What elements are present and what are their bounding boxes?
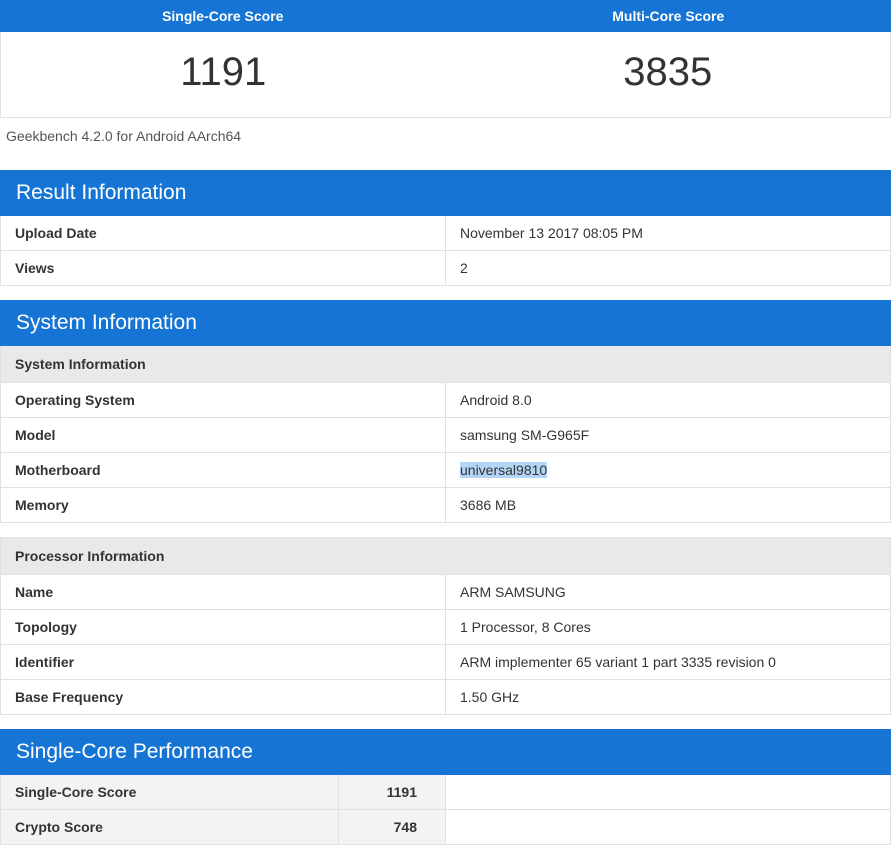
- score-values: 1191 3835: [0, 32, 891, 118]
- highlighted-text: universal9810: [460, 462, 547, 478]
- info-label: Operating System: [1, 383, 446, 418]
- single-core-score-value: 1191: [1, 32, 446, 117]
- table-row: Crypto Score748: [1, 810, 891, 845]
- table-row: Single-Core Score1191: [1, 775, 891, 810]
- perf-label: Crypto Score: [1, 810, 339, 845]
- system-information-subheader: System Information: [0, 346, 891, 383]
- table-row: Topology1 Processor, 8 Cores: [1, 610, 891, 645]
- info-label: Motherboard: [1, 453, 446, 488]
- info-label: Views: [1, 251, 446, 286]
- info-label: Name: [1, 575, 446, 610]
- info-label: Model: [1, 418, 446, 453]
- system-information-table: Operating SystemAndroid 8.0Modelsamsung …: [0, 383, 891, 523]
- single-core-score-label: Single-Core Score: [0, 0, 446, 32]
- table-row: IdentifierARM implementer 65 variant 1 p…: [1, 645, 891, 680]
- info-value: universal9810: [446, 453, 891, 488]
- info-label: Identifier: [1, 645, 446, 680]
- info-value: 2: [446, 251, 891, 286]
- table-row: Upload DateNovember 13 2017 08:05 PM: [1, 216, 891, 251]
- perf-spacer: [445, 810, 890, 845]
- perf-value: 1191: [339, 775, 446, 810]
- table-row: Modelsamsung SM-G965F: [1, 418, 891, 453]
- processor-information-subheader: Processor Information: [0, 537, 891, 575]
- result-information-header: Result Information: [0, 170, 891, 216]
- score-header: Single-Core Score Multi-Core Score: [0, 0, 891, 32]
- info-value: Android 8.0: [446, 383, 891, 418]
- processor-information-table: NameARM SAMSUNGTopology1 Processor, 8 Co…: [0, 575, 891, 715]
- table-row: Views2: [1, 251, 891, 286]
- result-information-table: Upload DateNovember 13 2017 08:05 PMView…: [0, 216, 891, 286]
- info-value: 1 Processor, 8 Cores: [446, 610, 891, 645]
- info-label: Topology: [1, 610, 446, 645]
- info-label: Memory: [1, 488, 446, 523]
- info-label: Base Frequency: [1, 680, 446, 715]
- info-label: Upload Date: [1, 216, 446, 251]
- multi-core-score-value: 3835: [446, 32, 891, 117]
- table-row: Motherboard universal9810: [1, 453, 891, 488]
- info-value: samsung SM-G965F: [446, 418, 891, 453]
- perf-label: Single-Core Score: [1, 775, 339, 810]
- system-information-header: System Information: [0, 300, 891, 346]
- info-value: ARM SAMSUNG: [446, 575, 891, 610]
- table-row: NameARM SAMSUNG: [1, 575, 891, 610]
- table-row: Base Frequency1.50 GHz: [1, 680, 891, 715]
- version-text: Geekbench 4.2.0 for Android AArch64: [0, 118, 891, 156]
- multi-core-score-label: Multi-Core Score: [446, 0, 891, 32]
- info-value: 1.50 GHz: [446, 680, 891, 715]
- perf-spacer: [445, 775, 890, 810]
- info-value: ARM implementer 65 variant 1 part 3335 r…: [446, 645, 891, 680]
- perf-value: 748: [339, 810, 446, 845]
- info-value: 3686 MB: [446, 488, 891, 523]
- single-core-performance-table: Single-Core Score1191Crypto Score748: [0, 775, 891, 845]
- table-row: Memory3686 MB: [1, 488, 891, 523]
- info-value: November 13 2017 08:05 PM: [446, 216, 891, 251]
- single-core-performance-header: Single-Core Performance: [0, 729, 891, 775]
- table-row: Operating SystemAndroid 8.0: [1, 383, 891, 418]
